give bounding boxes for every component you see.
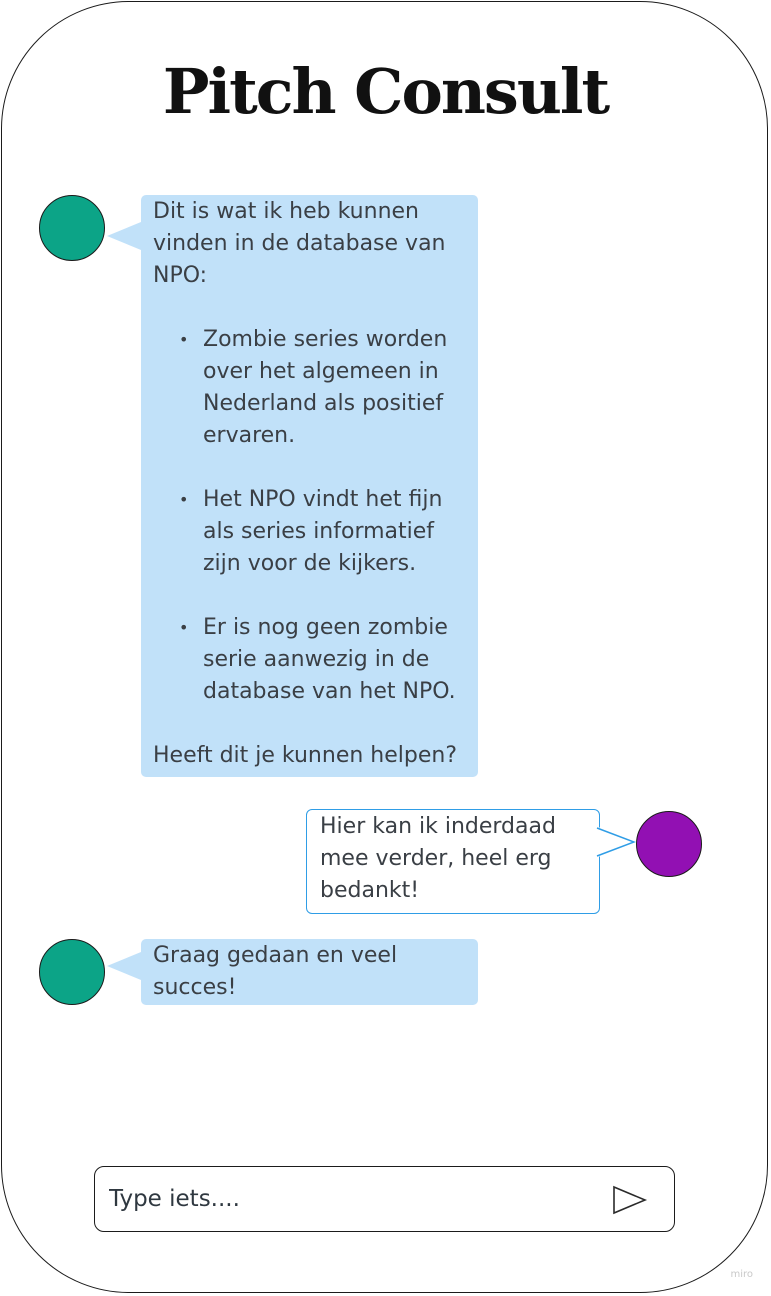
list-item: Er is nog geen zombie serie aanwezig in … (179, 612, 464, 708)
bot-message-bubble: Dit is wat ik heb kunnen vinden in de da… (141, 195, 478, 777)
message-text: Graag gedaan en veel succes! (153, 943, 398, 1000)
bot-avatar (39, 195, 105, 261)
bot-avatar (39, 939, 105, 1005)
message-text: Hier kan ik inderdaad mee verder, heel e… (320, 814, 556, 903)
user-message-bubble: Hier kan ik inderdaad mee verder, heel e… (306, 809, 600, 914)
list-item: Zombie series worden over het algemeen i… (179, 324, 464, 452)
page-title: Pitch Consult (162, 55, 610, 128)
message-composer (94, 1166, 675, 1232)
bot-message-bubble: Graag gedaan en veel succes! (141, 939, 478, 1005)
bot-bubble-tail (107, 952, 141, 980)
message-input[interactable] (109, 1179, 579, 1219)
message-intro: Dit is wat ik heb kunnen vinden in de da… (153, 199, 446, 288)
watermark-label: miro (730, 1269, 753, 1280)
message-outro: Heeft dit je kunnen helpen? (153, 743, 458, 768)
send-triangle-icon[interactable] (612, 1185, 648, 1215)
bot-bubble-tail (107, 222, 141, 250)
message-bullet-list: Zombie series worden over het algemeen i… (153, 324, 464, 708)
list-item: Het NPO vindt het fijn als series inform… (179, 484, 464, 580)
user-bubble-tail (596, 826, 637, 858)
user-avatar (636, 811, 702, 877)
